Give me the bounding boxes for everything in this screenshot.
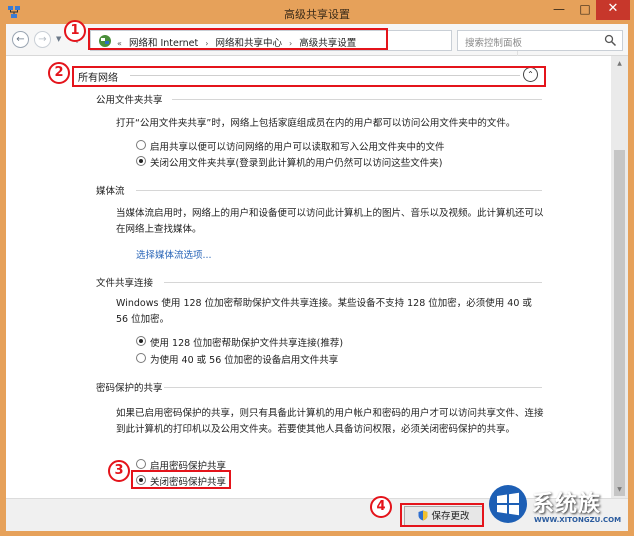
radio-label: 使用 128 位加密帮助保护文件共享连接(推荐): [150, 338, 344, 349]
radio-button[interactable]: [136, 140, 146, 150]
maximize-button[interactable]: □: [572, 0, 598, 20]
site-watermark: 系统族 WWW.XITONGZU.COM: [486, 482, 632, 534]
search-placeholder: 搜索控制面板: [465, 38, 523, 49]
radio-button[interactable]: [136, 459, 146, 469]
window-title: 高级共享设置: [284, 8, 350, 21]
media-streaming-heading: 媒体流: [96, 186, 125, 197]
password-sharing-heading: 密码保护的共享: [96, 383, 163, 394]
vertical-scrollbar[interactable]: ▲ ▼: [611, 56, 628, 498]
radio-button-selected[interactable]: [136, 156, 146, 166]
scrollbar-thumb[interactable]: [614, 150, 625, 496]
radio-button-selected[interactable]: [136, 336, 146, 346]
radio-label: 启用共享以便可以访问网络的用户可以读取和写入公用文件夹中的文件: [150, 142, 445, 153]
file-sharing-heading: 文件共享连接: [96, 278, 154, 289]
search-input[interactable]: 搜索控制面板: [457, 30, 623, 51]
divider: [164, 282, 542, 283]
annotation-box-save: [400, 503, 484, 527]
back-button[interactable]: ←: [12, 31, 29, 48]
media-streaming-description: 当媒体流启用时，网络上的用户和设备便可以访问此计算机上的图片、音乐以及视频。此计…: [116, 208, 544, 235]
annotation-box-breadcrumb: [88, 28, 388, 50]
divider: [136, 190, 542, 191]
annotation-marker-1: 1: [64, 20, 86, 42]
close-button[interactable]: ✕: [596, 0, 630, 20]
password-sharing-description: 如果已启用密码保护的共享，则只有具备此计算机的用户帐户和密码的用户才可以访问共享…: [116, 408, 544, 435]
radio-label: 为使用 40 或 56 位加密的设备启用文件共享: [150, 355, 339, 366]
scroll-up-icon[interactable]: ▲: [611, 56, 628, 72]
annotation-box-password-off: [131, 470, 231, 489]
media-streaming-options-link[interactable]: 选择媒体流选项...: [136, 247, 212, 261]
public-folder-description: 打开“公用文件夹共享”时，网络上包括家庭组成员在内的用户都可以访问公用文件夹中的…: [116, 118, 516, 129]
search-icon[interactable]: [604, 34, 617, 47]
annotation-marker-3: 3: [108, 460, 130, 482]
public-folder-heading: 公用文件夹共享: [96, 95, 163, 106]
radio-label: 关闭公用文件夹共享(登录到此计算机的用户仍然可以访问这些文件夹): [150, 158, 443, 169]
annotation-marker-4: 4: [370, 496, 392, 518]
watermark-text: 系统族: [532, 492, 602, 517]
windows-logo-icon: [489, 485, 527, 523]
radio-button[interactable]: [136, 353, 146, 363]
annotation-marker-2: 2: [48, 62, 70, 84]
annotation-box-all-networks: [72, 66, 546, 87]
forward-button[interactable]: →: [34, 31, 51, 48]
recent-pages-dropdown-icon[interactable]: ▼: [56, 35, 64, 43]
window-frame: 高级共享设置 — □ ✕ ← → ▼ ↑ « 网络和 Internet › 网络…: [0, 0, 634, 536]
minimize-button[interactable]: —: [546, 0, 572, 20]
watermark-url: WWW.XITONGZU.COM: [534, 516, 622, 524]
file-sharing-description: Windows 使用 128 位加密帮助保护文件共享连接。某些设备不支持 128…: [116, 298, 532, 325]
title-bar[interactable]: 高级共享设置 — □ ✕: [0, 0, 634, 24]
divider: [164, 387, 542, 388]
divider: [172, 99, 542, 100]
